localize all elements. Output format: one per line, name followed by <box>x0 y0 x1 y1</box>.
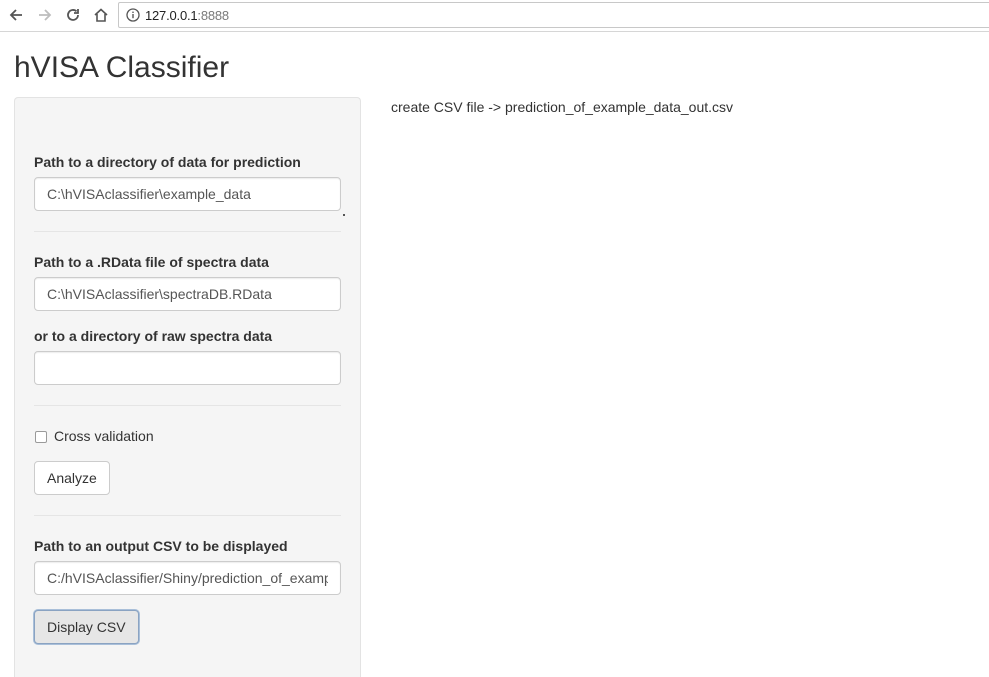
data-dir-input[interactable] <box>34 177 341 211</box>
rdata-file-input[interactable] <box>34 277 341 311</box>
forward-arrow-icon[interactable] <box>34 4 56 26</box>
raw-dir-label: or to a directory of raw spectra data <box>34 328 273 344</box>
page-title: hVISA Classifier <box>14 51 230 84</box>
divider <box>34 515 341 516</box>
reload-icon[interactable] <box>62 4 84 26</box>
divider <box>34 231 341 232</box>
back-arrow-icon[interactable] <box>5 4 27 26</box>
address-bar[interactable]: 127.0.0.1:8888 <box>118 2 989 28</box>
info-icon[interactable] <box>126 8 140 22</box>
cross-validation-checkbox[interactable] <box>35 431 47 443</box>
output-status-text: create CSV file -> prediction_of_example… <box>391 99 734 115</box>
cross-validation-label[interactable]: Cross validation <box>54 428 154 444</box>
url-host: 127.0.0.1 <box>145 8 198 23</box>
output-csv-input[interactable] <box>34 561 341 595</box>
browser-toolbar: 127.0.0.1:8888 <box>0 0 989 32</box>
raw-dir-input[interactable] <box>34 351 341 385</box>
divider <box>34 405 341 406</box>
data-dir-label: Path to a directory of data for predicti… <box>34 154 301 170</box>
display-csv-button[interactable]: Display CSV <box>34 610 139 644</box>
url-text: 127.0.0.1:8888 <box>145 8 229 23</box>
analyze-button[interactable]: Analyze <box>34 461 110 495</box>
url-port: :8888 <box>197 8 229 23</box>
home-icon[interactable] <box>90 4 112 26</box>
resize-handle <box>343 214 345 216</box>
rdata-file-label: Path to a .RData file of spectra data <box>34 254 269 270</box>
sidebar-panel: Path to a directory of data for predicti… <box>14 97 361 677</box>
output-csv-label: Path to an output CSV to be displayed <box>34 538 288 554</box>
